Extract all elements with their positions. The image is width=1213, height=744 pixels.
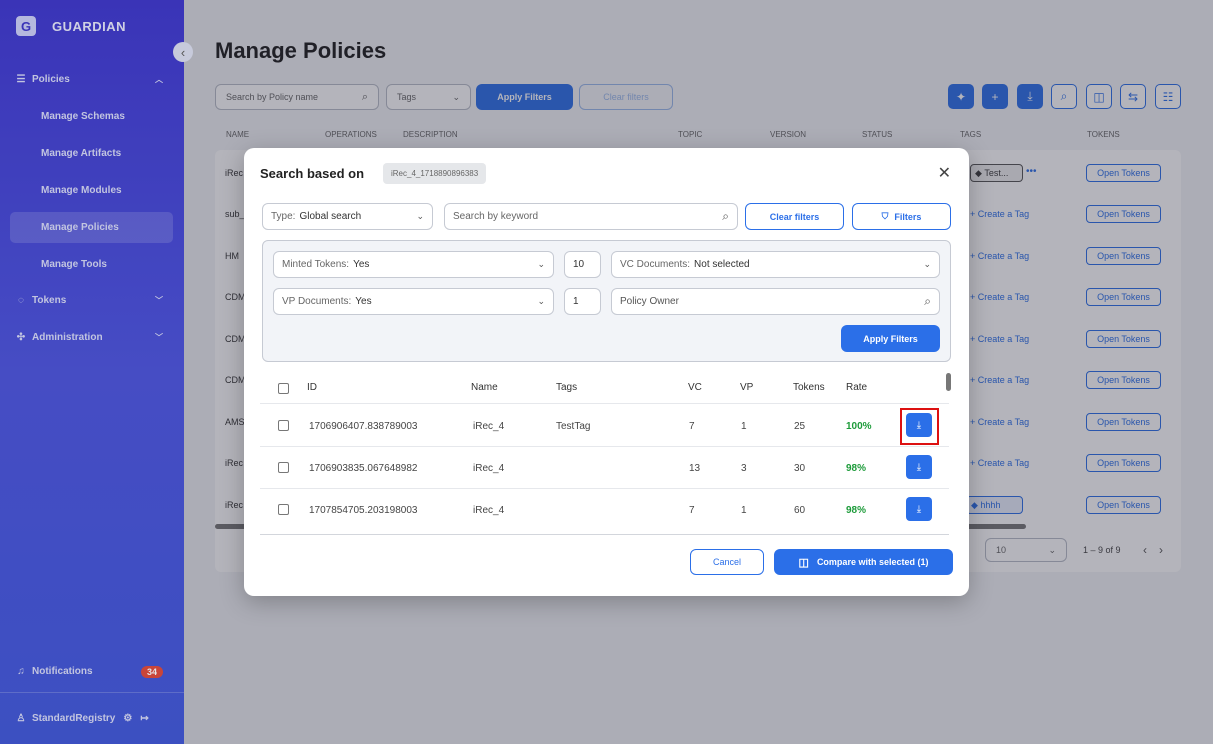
row-rate: 98% [846, 463, 867, 474]
chevron-down-icon: ⌄ [416, 211, 424, 221]
column-header-tokens: Tokens [793, 382, 825, 393]
row-tokens: 30 [794, 463, 806, 474]
divider [260, 488, 949, 489]
row-vc: 13 [689, 463, 701, 474]
row-rate: 100% [846, 421, 872, 432]
compare-with-selected-button[interactable]: ◫ Compare with selected (1) [774, 549, 953, 575]
filters-label: Filters [894, 211, 922, 222]
minted-tokens-label: Minted Tokens: [282, 259, 350, 270]
chevron-down-icon: ⌄ [537, 296, 545, 306]
row-checkbox[interactable] [278, 504, 289, 515]
row-tokens: 25 [794, 421, 806, 432]
search-icon: ⌕ [722, 209, 729, 223]
row-tokens: 60 [794, 505, 806, 516]
search-icon: ⌕ [924, 294, 931, 308]
keyword-placeholder: Search by keyword [453, 211, 539, 222]
row-id: 1707854705.203198003 [309, 505, 418, 516]
close-icon[interactable]: ✕ [938, 163, 951, 183]
row-name: iRec_4 [473, 505, 505, 516]
type-label: Type: [271, 211, 296, 222]
search-policies-dialog: Search based on iRec_4_1718890896383 ✕ T… [244, 148, 969, 596]
vc-documents-label: VC Documents: [620, 259, 691, 270]
column-header-name: Name [471, 382, 498, 393]
minted-tokens-count-input[interactable]: 10 [564, 251, 601, 278]
type-value: Global search [299, 211, 362, 222]
row-id: 1706903835.067648982 [309, 463, 418, 474]
download-icon[interactable]: ⤓ [906, 497, 932, 521]
policy-chip: iRec_4_1718890896383 [383, 163, 487, 184]
divider [260, 534, 949, 535]
vp-documents-value: Yes [355, 296, 372, 307]
vp-documents-select[interactable]: VP Documents: Yes ⌄ [273, 288, 554, 315]
row-tags: TestTag [556, 421, 591, 432]
apply-filters-button[interactable]: Apply Filters [841, 325, 940, 352]
dialog-title: Search based on [260, 166, 365, 181]
row-vp: 1 [741, 421, 747, 432]
filter-icon: ⛉ [881, 211, 889, 221]
policy-owner-placeholder: Policy Owner [620, 296, 679, 307]
row-id: 1706906407.838789003 [309, 421, 418, 432]
column-header-vp: VP [740, 382, 754, 393]
row-vc: 7 [689, 421, 695, 432]
download-icon[interactable]: ⤓ [906, 455, 932, 479]
row-vp: 3 [741, 463, 747, 474]
divider [260, 446, 949, 447]
row-vp: 1 [741, 505, 747, 516]
row-rate: 98% [846, 505, 867, 516]
vp-documents-label: VP Documents: [282, 296, 352, 307]
search-type-select[interactable]: Type: Global search ⌄ [262, 203, 433, 230]
row-name: iRec_4 [473, 421, 505, 432]
vertical-scrollbar[interactable] [946, 373, 951, 391]
column-header-rate: Rate [846, 382, 868, 393]
column-header-vc: VC [688, 382, 702, 393]
vp-documents-count-input[interactable]: 1 [564, 288, 601, 315]
collapse-sidebar-button[interactable]: ‹ [173, 42, 193, 62]
chevron-down-icon: ⌄ [537, 259, 545, 269]
clear-filters-button[interactable]: Clear filters [745, 203, 844, 230]
compare-icon: ◫ [798, 556, 809, 569]
highlight-box [900, 408, 939, 445]
row-vc: 7 [689, 505, 695, 516]
column-header-id: ID [307, 382, 317, 393]
vc-documents-select[interactable]: VC Documents: Not selected ⌄ [611, 251, 940, 278]
compare-label: Compare with selected (1) [816, 557, 929, 567]
minted-tokens-value: Yes [353, 259, 370, 270]
filters-button[interactable]: ⛉ Filters [852, 203, 951, 230]
minted-tokens-select[interactable]: Minted Tokens: Yes ⌄ [273, 251, 554, 278]
column-header-tags: Tags [556, 382, 578, 393]
cancel-button[interactable]: Cancel [690, 549, 764, 575]
policy-owner-input[interactable]: Policy Owner ⌕ [611, 288, 940, 315]
vc-documents-value: Not selected [694, 259, 750, 270]
keyword-search-input[interactable]: Search by keyword ⌕ [444, 203, 738, 230]
row-name: iRec_4 [473, 463, 505, 474]
chevron-down-icon: ⌄ [923, 259, 931, 269]
divider [260, 403, 949, 404]
sidebar-backdrop [0, 0, 184, 744]
row-checkbox[interactable] [278, 420, 289, 431]
row-checkbox[interactable] [278, 462, 289, 473]
select-all-checkbox[interactable] [278, 383, 289, 394]
